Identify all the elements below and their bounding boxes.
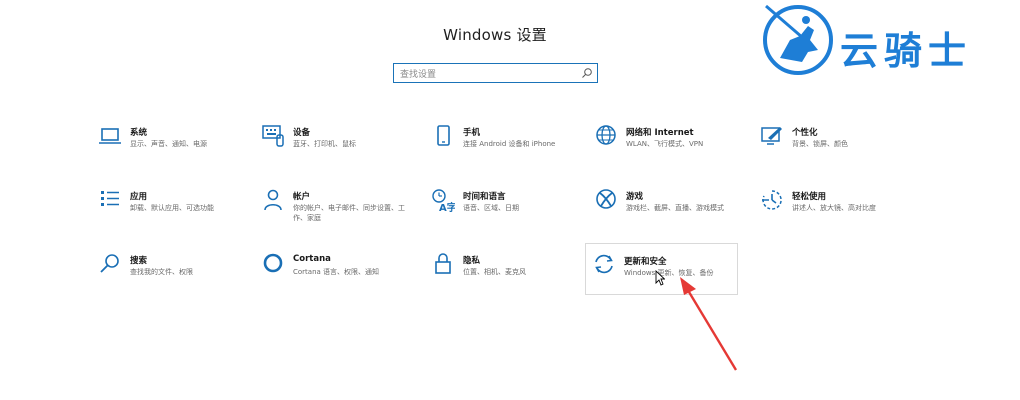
tile-personalization[interactable]: 个性化 背景、锁屏、颜色 <box>754 123 914 171</box>
search-icon <box>100 254 119 273</box>
tile-desc: 位置、相机、麦克风 <box>463 268 526 276</box>
tile-desc: 语音、区域、日期 <box>463 204 519 212</box>
tile-name: 时间和语言 <box>463 192 506 202</box>
tile-name: 设备 <box>293 128 311 138</box>
tile-name: 更新和安全 <box>624 257 667 267</box>
tile-name: 手机 <box>463 128 481 138</box>
globe-icon <box>596 125 616 145</box>
tile-desc: 背景、锁屏、颜色 <box>792 140 848 148</box>
time-language-icon: A字 <box>432 189 455 212</box>
tile-network[interactable]: 网络和 Internet WLAN、飞行模式、VPN <box>588 123 748 171</box>
tile-ease-of-access[interactable]: 轻松使用 讲述人、放大镜、高对比度 <box>754 187 914 235</box>
tile-gaming[interactable]: 游戏 游戏栏、截屏、直播、游戏模式 <box>588 187 748 235</box>
search-placeholder: 查找设置 <box>400 70 437 80</box>
tile-desc: 游戏栏、截屏、直播、游戏模式 <box>626 204 724 212</box>
tile-phone[interactable]: 手机 连接 Android 设备和 iPhone <box>425 123 585 171</box>
tile-name: Cortana <box>293 254 331 264</box>
tile-privacy[interactable]: 隐私 位置、相机、麦克风 <box>425 251 585 299</box>
accessibility-icon <box>762 190 782 210</box>
tile-desc: 连接 Android 设备和 iPhone <box>463 140 556 148</box>
tile-name: 网络和 Internet <box>626 128 694 138</box>
person-icon <box>264 189 282 211</box>
tile-name: 游戏 <box>626 192 644 202</box>
search-icon <box>582 68 592 78</box>
tile-system[interactable]: 系统 显示、声音、通知、电源 <box>92 123 252 171</box>
tile-name: 隐私 <box>463 256 481 266</box>
knight-logo-icon <box>763 4 833 75</box>
update-sync-icon <box>595 254 613 274</box>
tile-desc: 蓝牙、打印机、鼠标 <box>293 140 356 148</box>
tile-desc: 显示、声音、通知、电源 <box>130 140 207 148</box>
tile-apps[interactable]: 应用 卸载、默认应用、可选功能 <box>92 187 252 235</box>
lock-icon <box>435 253 451 274</box>
tile-desc: 查找我的文件、权限 <box>130 268 193 276</box>
tile-accounts[interactable]: 帐户 你的帐户、电子邮件、同步设置、工作、家庭 <box>255 187 415 235</box>
tile-name: 搜索 <box>130 256 148 266</box>
apps-list-icon <box>101 191 119 206</box>
tile-desc: Cortana 语言、权限、通知 <box>293 268 380 276</box>
watermark-text: 云骑士 <box>840 29 973 73</box>
tile-name: 应用 <box>130 192 148 202</box>
tile-name: 帐户 <box>293 192 311 202</box>
tile-name: 系统 <box>130 128 148 138</box>
svg-text:A字: A字 <box>439 201 455 212</box>
brush-icon <box>761 127 782 145</box>
tile-time-language[interactable]: A字 时间和语言 语音、区域、日期 <box>425 187 585 235</box>
phone-icon <box>437 125 450 146</box>
keyboard-icon <box>262 125 284 147</box>
mouse-cursor-icon <box>655 270 665 286</box>
tile-desc: WLAN、飞行模式、VPN <box>626 140 704 148</box>
laptop-icon <box>99 128 121 144</box>
cortana-icon <box>263 253 283 273</box>
tile-search[interactable]: 搜索 查找我的文件、权限 <box>92 251 252 299</box>
search-input[interactable]: 查找设置 <box>393 63 598 83</box>
tile-desc: 卸载、默认应用、可选功能 <box>130 204 214 212</box>
annotation-arrow-icon <box>680 277 738 371</box>
watermark-logo: 云骑士 <box>760 0 1020 82</box>
tile-cortana[interactable]: Cortana Cortana 语言、权限、通知 <box>255 251 415 299</box>
tile-desc: 讲述人、放大镜、高对比度 <box>792 204 876 212</box>
tile-name: 轻松使用 <box>792 192 827 202</box>
tile-name: 个性化 <box>792 128 818 138</box>
tile-devices[interactable]: 设备 蓝牙、打印机、鼠标 <box>255 123 415 171</box>
xbox-icon <box>596 189 616 209</box>
tile-desc: 你的帐户、电子邮件、同步设置、工作、家庭 <box>293 204 405 222</box>
